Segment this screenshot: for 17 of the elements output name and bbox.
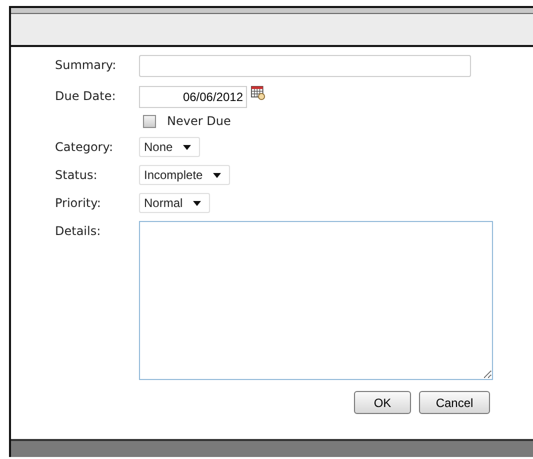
- field-label: Due Date:: [55, 88, 117, 103]
- date-field[interactable]: 06/06/2012: [139, 86, 247, 108]
- field-label: Status:: [55, 167, 98, 182]
- checkbox-label: Never Due: [167, 114, 231, 128]
- dropdown[interactable]: None: [139, 137, 200, 157]
- checkbox[interactable]: [143, 114, 156, 128]
- dropdown[interactable]: Normal: [139, 193, 210, 213]
- cancel-button[interactable]: Cancel: [419, 391, 490, 414]
- ok-button[interactable]: OK: [354, 391, 411, 414]
- details-field[interactable]: [139, 221, 493, 380]
- summary-field[interactable]: [139, 55, 471, 77]
- dropdown[interactable]: Incomplete: [139, 165, 230, 185]
- field-label: Category:: [55, 139, 114, 154]
- calendar-icon[interactable]: [251, 86, 265, 100]
- field-label: Details:: [55, 223, 102, 238]
- field-label: Priority:: [55, 195, 102, 210]
- field-label: Summary:: [55, 57, 118, 72]
